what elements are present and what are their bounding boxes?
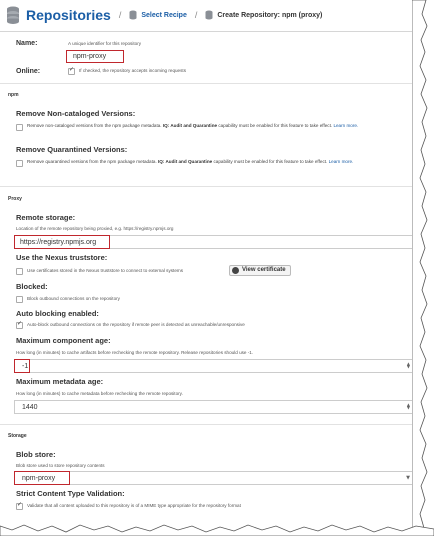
remove-noncataloged-description: Remove non-cataloged versions from the n…	[27, 122, 412, 130]
max-metadata-age-input[interactable]: 1440	[14, 400, 416, 414]
desc-bold: IQ: Audit and Quarantine	[158, 159, 213, 164]
blocked-heading: Blocked:	[16, 282, 48, 291]
database-icon	[205, 10, 213, 20]
number-spinner-icon[interactable]: ▲ ▼	[407, 403, 410, 410]
torn-edge-decoration	[412, 0, 428, 536]
divider	[0, 424, 416, 425]
desc-text: capability must be enabled for this feat…	[213, 159, 328, 164]
remote-storage-highlight	[14, 235, 110, 249]
learn-more-link[interactable]: Learn more.	[329, 159, 354, 164]
online-help-text: If checked, the repository accepts incom…	[79, 68, 186, 73]
divider	[0, 83, 416, 84]
max-component-age-heading: Maximum component age:	[16, 336, 111, 345]
number-spinner-icon[interactable]: ▲ ▼	[407, 362, 410, 369]
desc-bold: IQ: Audit and Quarantine	[162, 123, 218, 128]
strict-content-heading: Strict Content Type Validation:	[16, 489, 125, 498]
name-label: Name:	[16, 40, 38, 47]
max-metadata-age-heading: Maximum metadata age:	[16, 377, 104, 386]
breadcrumb-label: Create Repository: npm (proxy)	[217, 11, 323, 19]
torn-edge-decoration	[0, 524, 434, 536]
eye-icon	[232, 267, 239, 274]
max-component-age-highlight	[14, 359, 30, 373]
remove-quarantined-description: Remove quarantined versions from the npm…	[27, 158, 412, 166]
remove-quarantined-checkbox[interactable]	[16, 160, 23, 167]
blocked-description: Block outbound connections on the reposi…	[27, 296, 120, 301]
breadcrumb-separator: /	[194, 10, 198, 20]
npm-section-heading: npm	[8, 92, 19, 98]
storage-section-heading: Storage	[8, 433, 27, 439]
remote-storage-help: Location of the remote repository being …	[16, 226, 174, 231]
remote-storage-heading: Remote storage:	[16, 213, 76, 222]
truststore-checkbox[interactable]	[16, 268, 23, 275]
blob-store-help: Blob store used to store repository cont…	[16, 463, 105, 468]
desc-text: capability must be enabled for this feat…	[218, 123, 333, 128]
chevron-down-icon[interactable]: ▼	[406, 475, 410, 481]
view-certificate-label: View certificate	[242, 267, 286, 273]
page-title[interactable]: Repositories	[26, 7, 111, 23]
breadcrumb-create-repository: Create Repository: npm (proxy)	[205, 10, 322, 20]
desc-text: Remove non-cataloged versions from the n…	[27, 123, 162, 128]
name-highlight	[66, 50, 124, 63]
truststore-description: Use certificates stored in the Nexus tru…	[27, 268, 183, 273]
max-component-age-help: How long (in minutes) to cache artifacts…	[16, 350, 254, 355]
blocked-checkbox[interactable]	[16, 296, 23, 303]
database-icon	[7, 6, 19, 24]
repository-form-page: Repositories / Select Recipe / Create Re…	[0, 0, 424, 536]
breadcrumb: Repositories / Select Recipe / Create Re…	[6, 4, 322, 26]
max-metadata-age-help: How long (in minutes) to cache metadata …	[16, 391, 183, 396]
max-component-age-input[interactable]: -1	[14, 359, 416, 373]
database-icon	[129, 10, 137, 20]
max-metadata-age-value: 1440	[22, 404, 38, 411]
blob-store-highlight	[14, 471, 70, 485]
truststore-heading: Use the Nexus truststore:	[16, 253, 108, 262]
divider	[0, 186, 416, 187]
breadcrumb-separator: /	[118, 10, 122, 20]
proxy-section-heading: Proxy	[8, 196, 22, 202]
online-label: Online:	[16, 68, 41, 75]
remove-noncataloged-heading: Remove Non-cataloged Versions:	[16, 109, 136, 118]
blob-store-select[interactable]: npm-proxy	[14, 471, 416, 485]
online-checkbox[interactable]	[68, 66, 75, 75]
view-certificate-button[interactable]: View certificate	[229, 265, 291, 276]
auto-blocking-checkbox[interactable]	[16, 320, 23, 329]
desc-text: Remove quarantined versions from the npm…	[27, 159, 157, 164]
header-divider	[0, 31, 416, 32]
blob-store-heading: Blob store:	[16, 450, 56, 459]
remove-noncataloged-checkbox[interactable]	[16, 124, 23, 131]
name-help-text: A unique identifier for this repository	[68, 41, 142, 46]
auto-blocking-heading: Auto blocking enabled:	[16, 309, 99, 318]
auto-blocking-description: Auto-block outbound connections on the r…	[27, 322, 245, 327]
strict-content-checkbox[interactable]	[16, 501, 23, 510]
remove-quarantined-heading: Remove Quarantined Versions:	[16, 145, 128, 154]
breadcrumb-select-recipe[interactable]: Select Recipe	[129, 10, 187, 20]
breadcrumb-label: Select Recipe	[141, 11, 187, 19]
strict-content-description: Validate that all content uploaded to th…	[27, 503, 241, 508]
learn-more-link[interactable]: Learn more.	[333, 123, 358, 128]
